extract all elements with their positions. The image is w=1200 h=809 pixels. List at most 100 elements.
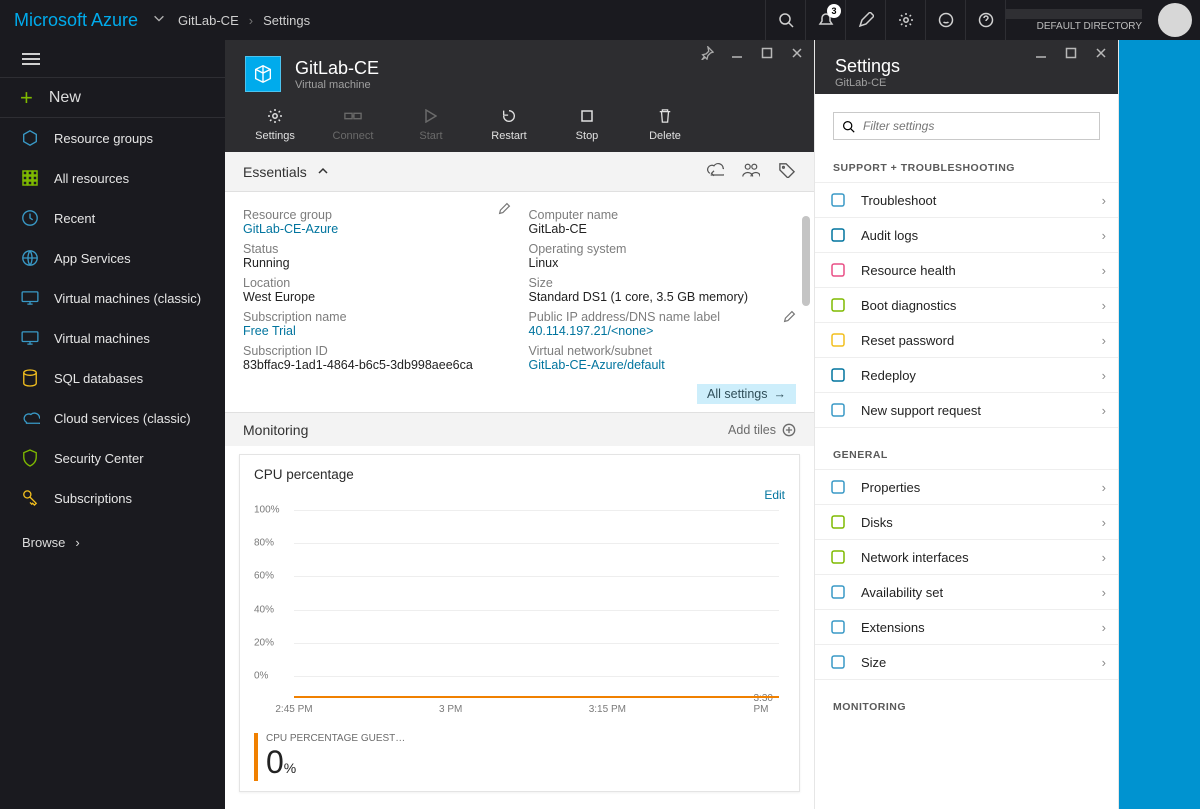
tag-icon[interactable]	[778, 162, 796, 181]
new-button[interactable]: +New	[0, 78, 225, 118]
all-settings-button[interactable]: All settings→	[697, 384, 796, 404]
user-menu[interactable]: DEFAULT DIRECTORY	[1005, 0, 1150, 40]
browse-button[interactable]: Browse›	[0, 522, 225, 562]
toolbar: SettingsConnectStartRestartStopDelete	[245, 92, 794, 152]
settings-item[interactable]: Size›	[815, 644, 1118, 680]
sidebar-item[interactable]: All resources	[0, 158, 225, 198]
settings-item[interactable]: Disks›	[815, 504, 1118, 540]
chart-edit-button[interactable]: Edit	[764, 488, 785, 502]
settings-item-label: Reset password	[861, 333, 954, 348]
y-tick: 100%	[254, 505, 280, 516]
pencil-icon[interactable]	[498, 202, 511, 218]
pin-icon[interactable]	[698, 46, 716, 65]
sql-icon	[20, 368, 40, 388]
search-icon[interactable]	[765, 0, 805, 40]
settings-item[interactable]: Availability set›	[815, 574, 1118, 610]
settings-item[interactable]: Redeploy›	[815, 357, 1118, 393]
scrollbar[interactable]	[802, 216, 812, 805]
breadcrumb: GitLab-CE › Settings	[178, 13, 310, 28]
start-button: Start	[403, 106, 459, 142]
vm-icon	[20, 288, 40, 308]
field-label: Public IP address/DNS name label	[529, 310, 797, 324]
sidebar-item[interactable]: App Services	[0, 238, 225, 278]
settings-button[interactable]: Settings	[247, 106, 303, 142]
settings-item[interactable]: Troubleshoot›	[815, 182, 1118, 218]
close-icon[interactable]	[788, 46, 806, 65]
chart-area: 0%20%40%60%80%100%2:45 PM3 PM3:15 PM3:30…	[254, 506, 785, 729]
blade-subtitle: Virtual machine	[295, 79, 379, 91]
settings-item[interactable]: Reset password›	[815, 322, 1118, 358]
field-label: Location	[243, 276, 511, 290]
avatar[interactable]	[1158, 3, 1192, 37]
vm-icon	[20, 328, 40, 348]
journey-strip	[1119, 40, 1200, 809]
minimize-icon[interactable]	[728, 46, 746, 65]
gear-icon[interactable]	[885, 0, 925, 40]
stop-button[interactable]: Stop	[559, 106, 615, 142]
breadcrumb-item[interactable]: Settings	[263, 13, 310, 28]
sidebar-item[interactable]: Cloud services (classic)	[0, 398, 225, 438]
restart-button[interactable]: Restart	[481, 106, 537, 142]
sidebar-item[interactable]: Recent	[0, 198, 225, 238]
field-value: 83bffac9-1ad1-4864-b6c5-3db998aee6ca	[243, 358, 511, 372]
settings-item[interactable]: Properties›	[815, 469, 1118, 505]
brand[interactable]: Microsoft Azure	[0, 10, 152, 31]
add-tiles-button[interactable]: Add tiles	[728, 423, 796, 437]
cpu-chart-tile[interactable]: CPU percentage Edit 0%20%40%60%80%100%2:…	[239, 454, 800, 792]
sidebar-item-label: Virtual machines (classic)	[54, 291, 201, 306]
sidebar-item[interactable]: Resource groups	[0, 118, 225, 158]
field-value[interactable]: GitLab-CE-Azure/default	[529, 358, 797, 372]
y-tick: 20%	[254, 637, 274, 648]
maximize-icon[interactable]	[1062, 46, 1080, 64]
cloud-arrow-icon[interactable]	[704, 162, 724, 181]
sidebar-item[interactable]: Security Center	[0, 438, 225, 478]
vm-icon	[245, 56, 281, 92]
filter-input[interactable]	[833, 112, 1100, 140]
settings-item[interactable]: Boot diagnostics›	[815, 287, 1118, 323]
close-icon[interactable]	[1092, 46, 1110, 64]
delete-button[interactable]: Delete	[637, 106, 693, 142]
field-label: Operating system	[529, 242, 797, 256]
settings-item[interactable]: Audit logs›	[815, 217, 1118, 253]
notifications-icon[interactable]: 3	[805, 0, 845, 40]
settings-item-label: Boot diagnostics	[861, 298, 956, 313]
field-value[interactable]: GitLab-CE-Azure	[243, 222, 511, 236]
edit-icon[interactable]	[845, 0, 885, 40]
chevron-down-icon[interactable]	[152, 11, 178, 30]
connect-icon	[344, 106, 362, 126]
topbar: Microsoft Azure GitLab-CE › Settings 3 D…	[0, 0, 1200, 40]
maximize-icon[interactable]	[758, 46, 776, 65]
sidebar-item[interactable]: Virtual machines (classic)	[0, 278, 225, 318]
breadcrumb-item[interactable]: GitLab-CE	[178, 13, 239, 28]
feedback-icon[interactable]	[925, 0, 965, 40]
filter-field[interactable]	[863, 119, 1091, 133]
sidebar-item-label: All resources	[54, 171, 129, 186]
settings-item[interactable]: New support request›	[815, 392, 1118, 428]
essentials-header[interactable]: Essentials	[225, 152, 814, 192]
chevron-right-icon: ›	[1102, 550, 1106, 565]
settings-item[interactable]: Network interfaces›	[815, 539, 1118, 575]
help-icon[interactable]	[965, 0, 1005, 40]
sidebar-item[interactable]: Virtual machines	[0, 318, 225, 358]
setting-icon	[829, 548, 847, 566]
minimize-icon[interactable]	[1032, 46, 1050, 64]
settings-item[interactable]: Extensions›	[815, 609, 1118, 645]
x-tick: 3:15 PM	[589, 704, 626, 715]
clock-icon	[20, 208, 40, 228]
sidebar-item-label: SQL databases	[54, 371, 143, 386]
blade-title: GitLab-CE	[295, 58, 379, 79]
settings-item-label: Troubleshoot	[861, 193, 936, 208]
chevron-right-icon: ›	[1102, 228, 1106, 243]
settings-item[interactable]: Resource health›	[815, 252, 1118, 288]
pencil-icon[interactable]	[783, 310, 796, 326]
arrow-right-icon: →	[774, 387, 787, 401]
sidebar-item[interactable]: Subscriptions	[0, 478, 225, 518]
field-value[interactable]: 40.114.197.21/<none>	[529, 324, 797, 338]
field-value: Linux	[529, 256, 797, 270]
field-value: GitLab-CE	[529, 222, 797, 236]
sidebar-item[interactable]: SQL databases	[0, 358, 225, 398]
settings-item-label: New support request	[861, 403, 981, 418]
hamburger-button[interactable]	[0, 40, 225, 78]
users-icon[interactable]	[742, 162, 760, 181]
field-value[interactable]: Free Trial	[243, 324, 511, 338]
